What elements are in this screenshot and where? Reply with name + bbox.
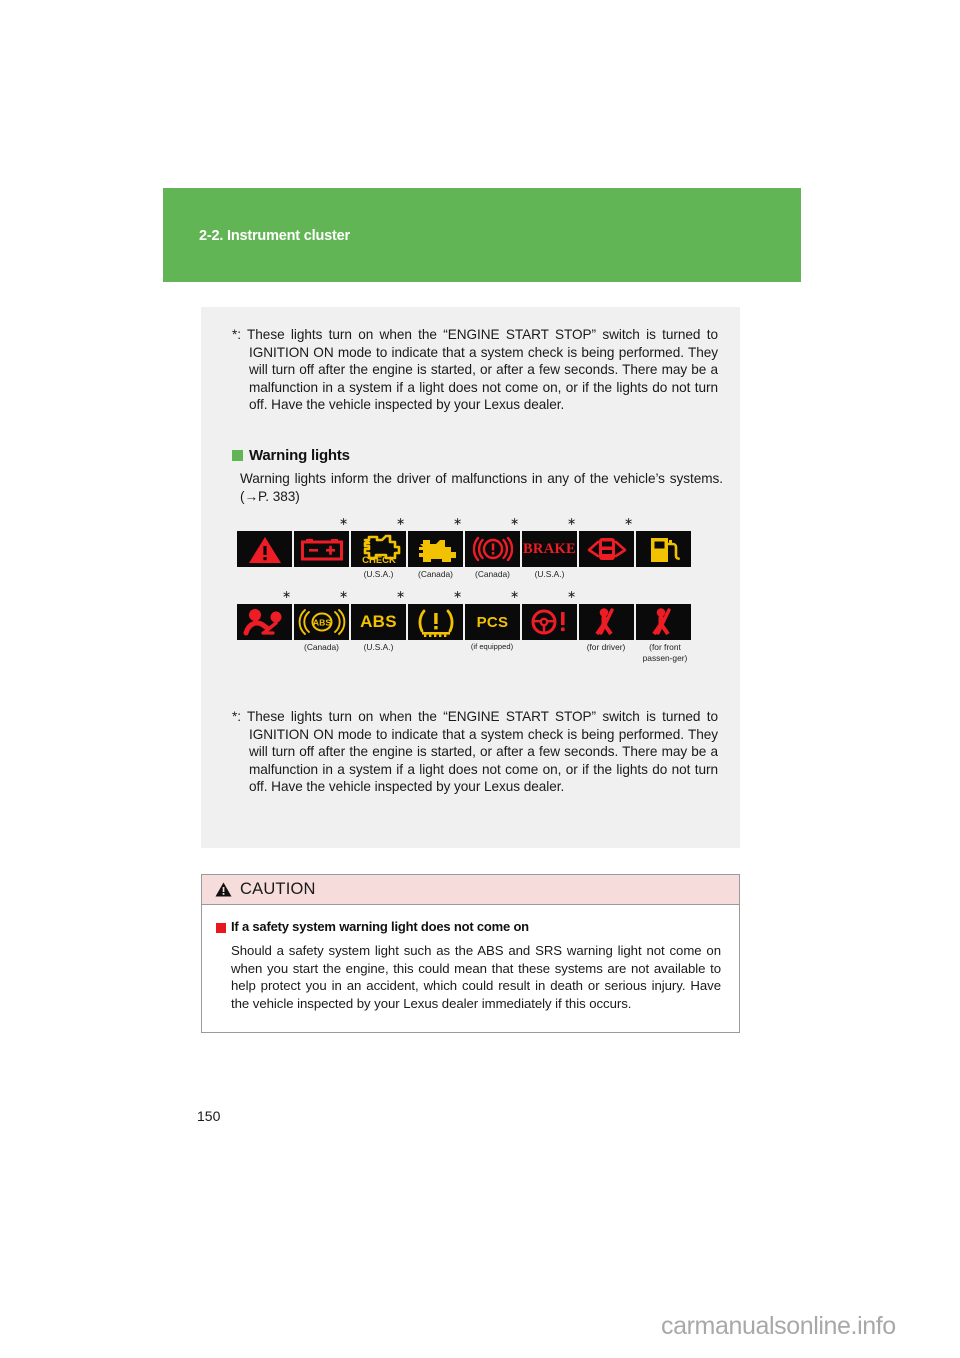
section-body-text: Warning lights inform the driver of malf…	[240, 471, 723, 504]
brake-system-usa-icon: BRAKE	[522, 531, 577, 567]
star-mark: ∗	[339, 516, 349, 528]
cell-caption: (for driver)	[586, 642, 626, 652]
cell-caption: (Canada)	[475, 569, 510, 579]
low-fuel-icon	[636, 531, 691, 567]
section-heading-warning-lights: Warning lights	[232, 447, 350, 464]
caution-header: CAUTION	[202, 875, 739, 905]
power-steering-icon	[522, 604, 577, 640]
green-square-bullet-icon	[232, 450, 243, 461]
srs-airbag-icon	[237, 604, 292, 640]
abs-label: ABS	[360, 612, 397, 631]
caution-subheading: If a safety system warning light does no…	[216, 919, 723, 934]
caution-subheading-label: If a safety system warning light does no…	[231, 919, 529, 934]
star-mark: ∗	[453, 589, 463, 601]
star-mark: ∗	[453, 516, 463, 528]
manual-page: 2-2. Instrument cluster *: These lights …	[0, 0, 960, 1358]
malfunction-indicator-canada-icon	[408, 531, 463, 567]
red-square-bullet-icon	[216, 923, 226, 933]
star-mark: ∗	[567, 516, 577, 528]
brake-label: BRAKE	[522, 540, 577, 557]
caution-triangle-icon	[215, 882, 232, 897]
cell-caption: (U.S.A.)	[363, 642, 394, 652]
cell-caption: (if equipped)	[470, 642, 514, 651]
star-mark: ∗	[396, 516, 406, 528]
row-2-captions: (Canada) (U.S.A.) (if equipped) (for dri…	[237, 642, 697, 663]
star-mark: ∗	[510, 589, 520, 601]
row-1-captions: (U.S.A.) (Canada) (Canada) (U.S.A.)	[237, 569, 697, 582]
warning-lights-icon-grid: ∗ ∗ ∗ ∗ ∗ ∗ CHECK BRAKE (U.S.A.) (Canada…	[237, 516, 697, 663]
icon-grid-row-1: ∗ ∗ ∗ ∗ ∗ ∗ CHECK BRAKE (U.S.A.) (Canada…	[237, 516, 697, 582]
content-panel: *: These lights turn on when the “ENGINE…	[201, 307, 740, 848]
door-open-icon	[579, 531, 634, 567]
footnote-bottom: *: These lights turn on when the “ENGINE…	[232, 709, 718, 795]
pcs-icon: PCS	[465, 604, 520, 640]
cell-caption: (Canada)	[304, 642, 339, 652]
brake-system-canada-icon	[465, 531, 520, 567]
cell-caption: (U.S.A.)	[363, 569, 394, 579]
caution-paragraph: Should a safety system light such as the…	[231, 943, 721, 1011]
svg-text:CHECK: CHECK	[362, 555, 396, 565]
abs-usa-icon: ABS	[351, 604, 406, 640]
star-mark: ∗	[282, 589, 292, 601]
row-1-star-marks: ∗ ∗ ∗ ∗ ∗ ∗	[237, 516, 697, 531]
charging-system-icon	[294, 531, 349, 567]
star-mark: ∗	[510, 516, 520, 528]
seatbelt-driver-icon	[579, 604, 634, 640]
chapter-header-band: 2-2. Instrument cluster	[163, 188, 801, 282]
footnote-top: *: These lights turn on when the “ENGINE…	[232, 327, 718, 413]
caution-title: CAUTION	[240, 880, 316, 898]
icon-grid-row-2: ∗ ∗ ∗ ∗ ∗ ∗ ABS ABS PCS (Canada) (U.S.A.…	[237, 589, 697, 663]
seatbelt-passenger-icon	[636, 604, 691, 640]
cell-caption: (for front passen-ger)	[642, 642, 688, 663]
cell-caption: (Canada)	[418, 569, 453, 579]
row-2-cells: ABS ABS PCS	[237, 604, 697, 640]
star-mark: ∗	[567, 589, 577, 601]
section-heading-label: Warning lights	[249, 447, 350, 464]
pcs-label: PCS	[476, 613, 509, 631]
row-1-cells: CHECK BRAKE	[237, 531, 697, 567]
star-mark: ∗	[624, 516, 634, 528]
tire-pressure-icon	[408, 604, 463, 640]
star-mark: ∗	[396, 589, 406, 601]
master-warning-icon	[237, 531, 292, 567]
star-mark: ∗	[339, 589, 349, 601]
caution-body: If a safety system warning light does no…	[202, 905, 739, 1032]
site-watermark: carmanualsonline.info	[661, 1312, 896, 1340]
cell-caption: (U.S.A.)	[534, 569, 565, 579]
row-2-star-marks: ∗ ∗ ∗ ∗ ∗ ∗	[237, 589, 697, 604]
svg-text:ABS: ABS	[312, 618, 330, 628]
chapter-title: 2-2. Instrument cluster	[199, 228, 350, 244]
check-engine-usa-icon: CHECK	[351, 531, 406, 567]
caution-box: CAUTION If a safety system warning light…	[201, 874, 740, 1034]
abs-canada-icon: ABS	[294, 604, 349, 640]
page-number: 150	[197, 1108, 221, 1124]
